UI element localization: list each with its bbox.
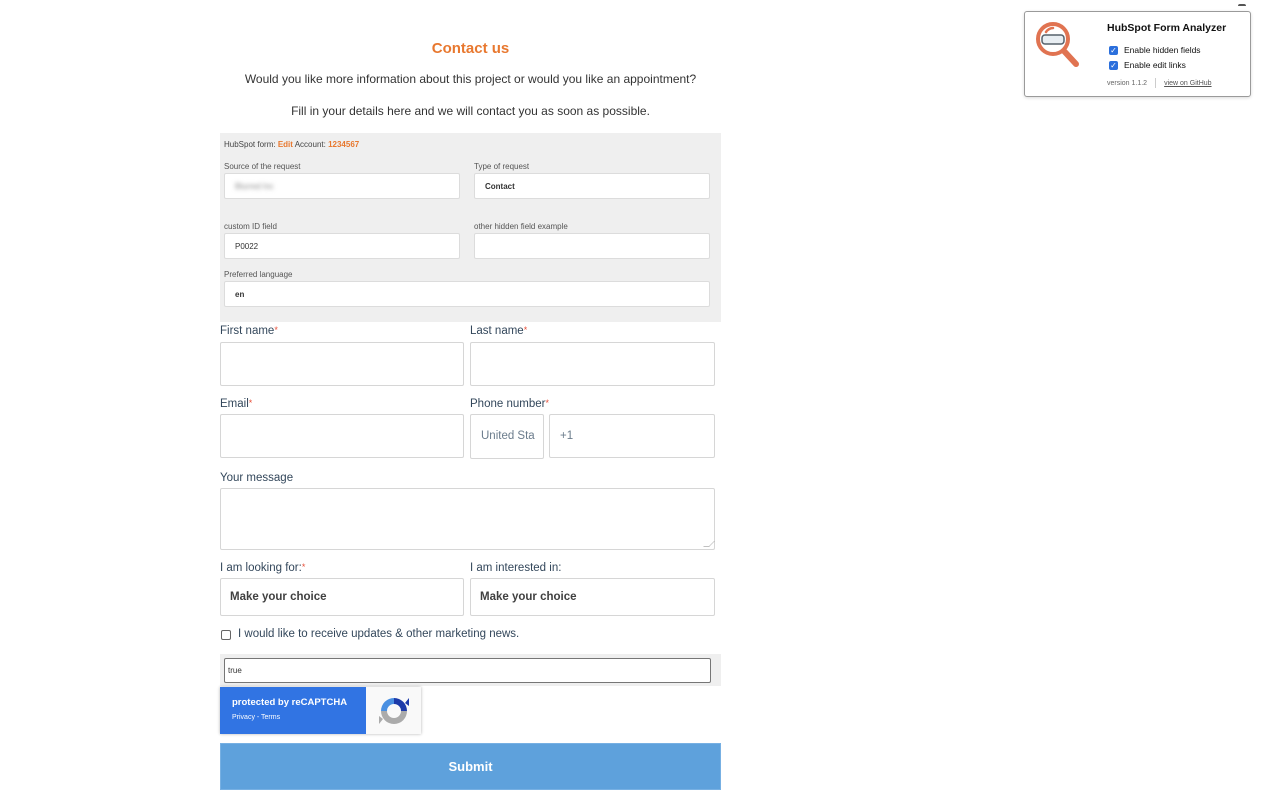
page-title: Contact us	[431, 40, 510, 57]
recaptcha-logo-icon	[366, 687, 421, 734]
extension-popup: HubSpot Form Analyzer ✓ Enable hidden fi…	[1024, 11, 1251, 97]
checkbox-checked-icon[interactable]: ✓	[1109, 45, 1118, 55]
phone-number-input[interactable]: +1	[549, 414, 715, 458]
extension-title: HubSpot Form Analyzer	[1107, 22, 1227, 34]
first-name-label-text: First name	[220, 325, 275, 337]
required-mark: *	[248, 398, 253, 408]
hubspot-form-prefix: HubSpot form:	[224, 140, 276, 149]
marketing-checkbox[interactable]	[221, 630, 231, 640]
first-name-label: First name*	[220, 325, 278, 337]
source-input[interactable]: Blurred Inc	[224, 173, 460, 199]
account-id-link[interactable]: 1234567	[328, 140, 359, 149]
edit-form-link[interactable]: Edit	[278, 140, 293, 149]
type-label: Type of request	[474, 162, 530, 171]
account-label: Account:	[294, 140, 326, 149]
custom-id-label: custom ID field	[224, 222, 277, 231]
message-textarea[interactable]	[220, 488, 715, 550]
source-value: Blurred Inc	[235, 181, 274, 191]
email-input[interactable]	[220, 414, 464, 458]
other-hidden-input[interactable]	[474, 233, 710, 259]
recaptcha-links[interactable]: Privacy - Terms	[232, 714, 366, 721]
intro-text-2: Fill in your details here and we will co…	[291, 104, 650, 118]
recaptcha-title: protected by reCAPTCHA	[232, 697, 348, 708]
message-label: Your message	[220, 472, 294, 484]
enable-hidden-fields-label[interactable]: Enable hidden fields	[1124, 45, 1201, 55]
resize-handle-icon[interactable]	[703, 541, 715, 547]
interested-in-select[interactable]: Make your choice	[470, 578, 715, 616]
looking-for-label-text: I am looking for:	[220, 562, 302, 574]
source-label: Source of the request	[224, 162, 301, 171]
last-name-label: Last name*	[470, 325, 527, 337]
type-input[interactable]: Contact	[474, 173, 710, 199]
extension-footer: version 1.1.2 view on GitHub	[1107, 78, 1212, 88]
enable-edit-links-option[interactable]: ✓ Enable edit links	[1109, 60, 1186, 70]
required-mark: *	[545, 398, 549, 408]
phone-label: Phone number*	[470, 398, 549, 410]
required-mark: *	[523, 325, 528, 335]
hubspot-meta: HubSpot form: Edit Account: 1234567	[224, 140, 359, 149]
enable-edit-links-label[interactable]: Enable edit links	[1124, 60, 1186, 70]
other-hidden-label: other hidden field example	[474, 222, 568, 231]
looking-for-select[interactable]: Make your choice	[220, 578, 464, 616]
phone-prefix: +1	[560, 430, 574, 442]
looking-for-label: I am looking for:*	[220, 562, 305, 574]
recaptcha-badge: protected by reCAPTCHA Privacy - Terms	[220, 687, 421, 734]
language-label: Preferred language	[224, 270, 293, 279]
email-label-text: Email	[220, 398, 249, 410]
checkbox-checked-icon[interactable]: ✓	[1109, 60, 1118, 70]
custom-id-input[interactable]: P0022	[224, 233, 460, 259]
submit-button[interactable]: Submit	[220, 743, 721, 790]
phone-country-value: United Sta	[481, 430, 535, 442]
phone-label-text: Phone number	[470, 398, 546, 410]
marketing-checkbox-label[interactable]: I would like to receive updates & other …	[238, 628, 519, 640]
github-link[interactable]: view on GitHub	[1164, 80, 1211, 87]
language-input[interactable]: en	[224, 281, 710, 307]
first-name-input[interactable]	[220, 342, 464, 386]
required-mark: *	[274, 325, 278, 335]
phone-country-select[interactable]: United Sta	[470, 414, 544, 459]
required-mark: *	[301, 562, 306, 572]
enable-hidden-fields-option[interactable]: ✓ Enable hidden fields	[1109, 45, 1201, 55]
intro-text-1: Would you like more information about th…	[244, 72, 697, 86]
footer-divider	[1155, 78, 1157, 88]
last-name-label-text: Last name	[470, 325, 524, 337]
last-name-input[interactable]	[470, 342, 715, 386]
interested-in-label: I am interested in:	[470, 562, 562, 574]
magnifier-icon	[1031, 18, 1087, 74]
recaptcha-text-area: protected by reCAPTCHA Privacy - Terms	[220, 687, 366, 734]
email-label: Email*	[220, 398, 252, 410]
version-text: version 1.1.2	[1107, 79, 1148, 87]
hidden-true-input[interactable]: true	[224, 658, 711, 683]
